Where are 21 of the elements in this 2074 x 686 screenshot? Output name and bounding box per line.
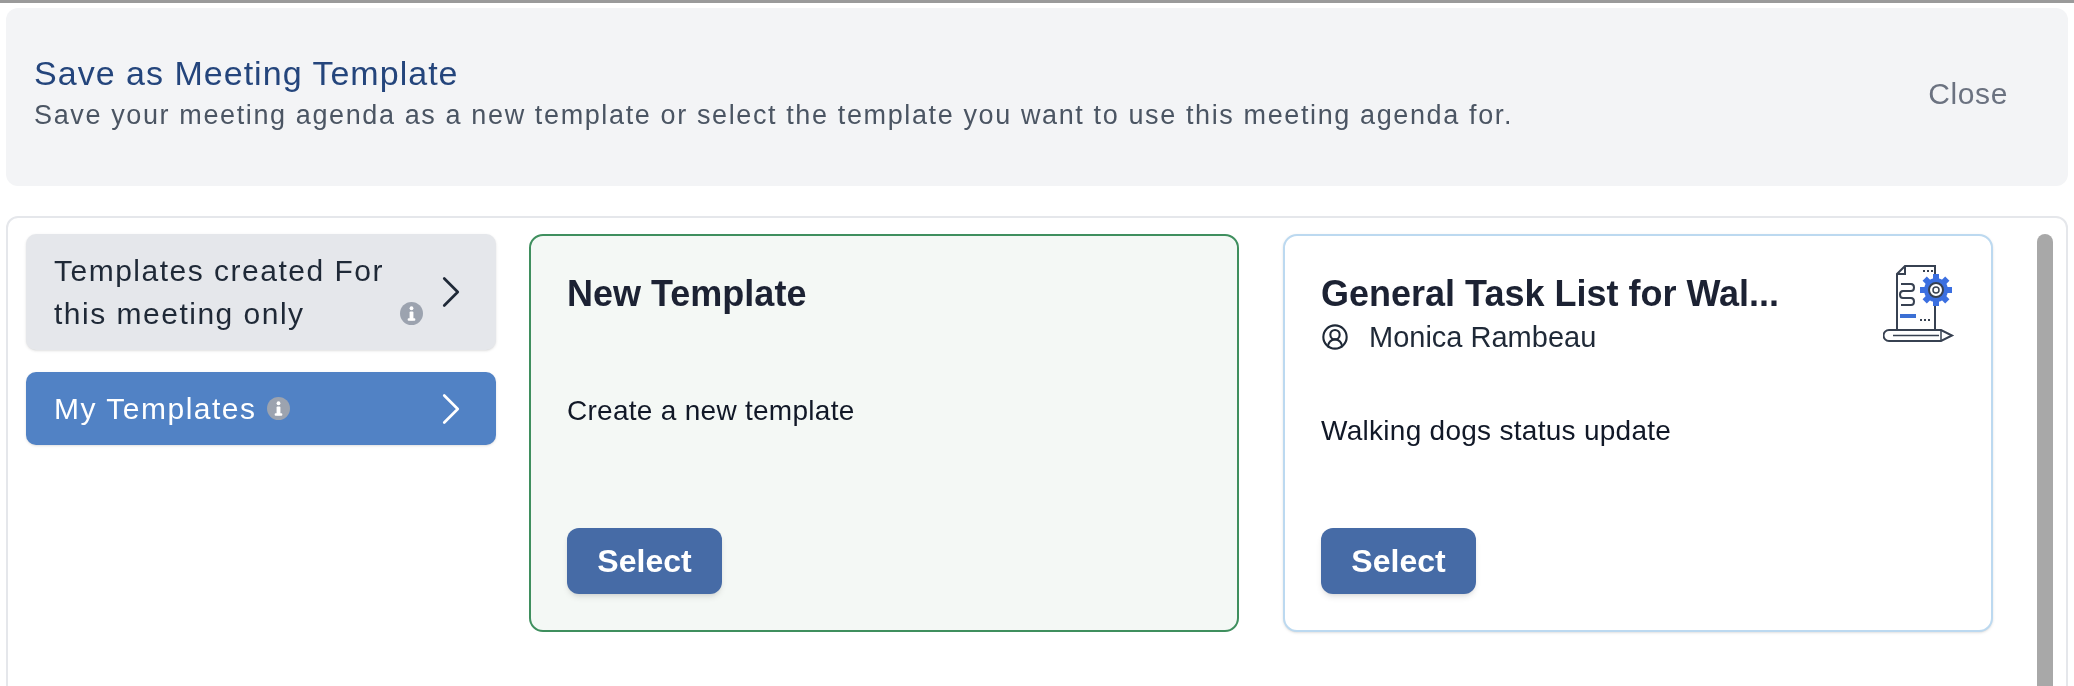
sidebar-item-label: Templates created For this meeting only <box>54 253 385 332</box>
sidebar-item[interactable]: My Templates <box>26 372 496 445</box>
sidebar-item[interactable]: Templates created For this meeting only <box>26 234 496 350</box>
sidebar-item-label: My Templates <box>54 391 257 427</box>
dialog-title: Save as Meeting Template <box>34 53 460 93</box>
info-icon <box>266 397 290 420</box>
user-icon <box>1321 323 1349 351</box>
template-title: New Template <box>567 274 807 314</box>
scrollbar-thumb[interactable] <box>2037 234 2053 686</box>
template-description: Walking dogs status update <box>1321 414 1673 448</box>
chevron-right-icon <box>442 276 460 308</box>
close-button[interactable]: Close <box>1928 77 2008 111</box>
chevron-right-icon <box>442 392 460 425</box>
document-gear-icon <box>1883 264 1955 344</box>
select-button[interactable]: Select <box>567 528 722 594</box>
template-description: Create a new template <box>567 394 856 428</box>
select-button[interactable]: Select <box>1321 528 1476 594</box>
info-icon <box>400 302 423 325</box>
template-owner: Monica Rambeau <box>1369 320 1597 354</box>
dialog-subtitle: Save your meeting agenda as a new template or select the template you want to use this meeting agenda for. <box>34 99 1514 131</box>
template-title: General Task List for Wal... <box>1321 274 1780 314</box>
